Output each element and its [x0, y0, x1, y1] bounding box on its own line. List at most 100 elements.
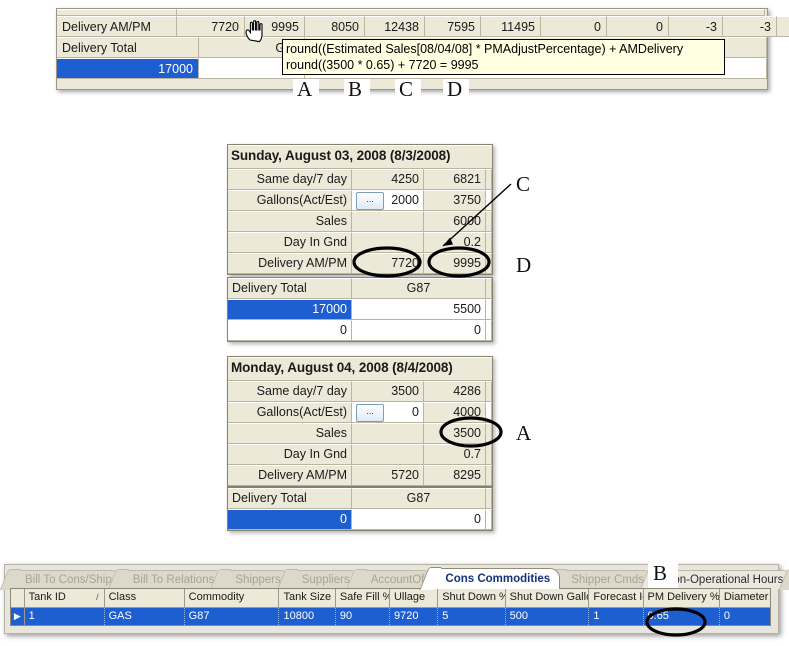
- total-row[interactable]: 0 0: [228, 509, 492, 530]
- cell-tail: [486, 211, 492, 232]
- cell-commodity[interactable]: G87: [185, 608, 280, 625]
- tab-bill-to-relations[interactable]: Bill To Relations: [117, 570, 225, 589]
- annotation-letter-c-top: C: [399, 77, 414, 101]
- tab-label: Shipper Cmds: [571, 574, 645, 586]
- cell-right[interactable]: 0.2: [424, 232, 486, 253]
- total-header-row: Delivery Total G87: [228, 278, 492, 299]
- data-row[interactable]: Delivery AM/PM 7720 9995: [228, 253, 492, 274]
- total-right-cell[interactable]: 0: [352, 509, 486, 530]
- tab-shipper-cmds[interactable]: Shipper Cmds: [556, 570, 655, 589]
- cell-class[interactable]: GAS: [105, 608, 185, 625]
- ellipsis-button[interactable]: ...: [356, 192, 384, 210]
- data-row[interactable]: Day In Gnd 0.2: [228, 232, 492, 253]
- cell-tank-size[interactable]: 10800: [279, 608, 336, 625]
- annotation-letter-b-top: B: [348, 77, 363, 101]
- cell-mid[interactable]: [352, 211, 424, 232]
- row-label: Gallons(Act/Est): [228, 190, 352, 211]
- cell-safe-fill[interactable]: 90: [336, 608, 390, 625]
- column-header-commodity[interactable]: Commodity: [185, 589, 280, 607]
- column-header-shut-down-gallons[interactable]: Shut Down Gallons: [506, 589, 590, 607]
- cell-mid[interactable]: [352, 423, 424, 444]
- cell-forecast-id[interactable]: 1: [589, 608, 644, 625]
- cell-right[interactable]: 6000: [424, 211, 486, 232]
- cell-shut-down-gallons[interactable]: 500: [506, 608, 590, 625]
- tab-cons-commodities[interactable]: Cons Commodities: [430, 568, 561, 589]
- row-delivery-ampm[interactable]: Delivery AM/PM 7720 9995 8050 12438 7595…: [57, 16, 789, 37]
- cell-tail: [486, 402, 492, 423]
- table-row[interactable]: ▶ 1 GAS G87 10800 90 9720 5 500 1 0.65 0: [11, 608, 770, 625]
- cell-value[interactable]: 12438: [365, 16, 425, 37]
- column-header-safe-fill[interactable]: Safe Fill %: [336, 589, 390, 607]
- row-label: Delivery Total: [57, 37, 199, 58]
- cell-right[interactable]: 4286: [424, 381, 486, 402]
- cell-value[interactable]: 8050: [305, 16, 365, 37]
- cell-value[interactable]: 0: [607, 16, 669, 37]
- total-right-cell[interactable]: 5500: [352, 299, 486, 320]
- cell-mid[interactable]: [352, 444, 424, 465]
- cell-mid[interactable]: [352, 232, 424, 253]
- total-zero-right[interactable]: 0: [352, 320, 486, 341]
- day-total-monday: Delivery Total G87 0 0: [227, 487, 493, 531]
- total-row[interactable]: 17000 5500: [228, 299, 492, 320]
- ellipsis-button[interactable]: ...: [356, 404, 384, 422]
- row-label: Delivery AM/PM: [228, 253, 352, 274]
- cell-right[interactable]: 9995: [424, 253, 486, 274]
- cell-mid[interactable]: 4250: [352, 169, 424, 190]
- tank-datagrid[interactable]: Tank ID / Class Commodity Tank Size Safe …: [10, 588, 771, 626]
- data-row[interactable]: Gallons(Act/Est) ... 2000 3750: [228, 190, 492, 211]
- column-header-tank-size[interactable]: Tank Size: [279, 589, 336, 607]
- column-header-diameter[interactable]: Diameter: [720, 589, 770, 607]
- total-selected-cell[interactable]: 17000: [228, 299, 352, 320]
- row-label: Day In Gnd: [228, 444, 352, 465]
- column-header-pm-delivery-pct[interactable]: PM Delivery %: [644, 589, 720, 607]
- data-row[interactable]: Sales 6000: [228, 211, 492, 232]
- cell-value[interactable]: -3: [669, 16, 723, 37]
- cell-diameter[interactable]: 0: [720, 608, 770, 625]
- data-row[interactable]: Gallons(Act/Est) ... 0 4000: [228, 402, 492, 423]
- row-indicator-header: [11, 589, 25, 607]
- cell-mid[interactable]: 7720: [352, 253, 424, 274]
- row-label: Delivery AM/PM: [228, 465, 352, 486]
- cell-right[interactable]: 4000: [424, 402, 486, 423]
- column-header-ullage[interactable]: Ullage: [390, 589, 439, 607]
- cell-tank-id[interactable]: 1: [25, 608, 105, 625]
- cell-value[interactable]: 7595: [425, 16, 481, 37]
- cell-mid-value: 2000: [391, 193, 419, 207]
- cell-tail: [486, 190, 492, 211]
- column-label: Tank ID: [28, 591, 66, 603]
- cell-mid[interactable]: 3500: [352, 381, 424, 402]
- column-header-shut-down-pct[interactable]: Shut Down %: [438, 589, 506, 607]
- data-row[interactable]: Delivery AM/PM 5720 8295: [228, 465, 492, 486]
- cell-mid-gallons[interactable]: ... 2000: [352, 190, 424, 211]
- data-row[interactable]: Same day/7 day 4250 6821: [228, 169, 492, 190]
- cell-ullage[interactable]: 9720: [390, 608, 439, 625]
- data-row[interactable]: Same day/7 day 3500 4286: [228, 381, 492, 402]
- cell-tail: [486, 444, 492, 465]
- cell-value[interactable]: 7720: [177, 16, 245, 37]
- tab-label: Bill To Relations: [132, 574, 215, 586]
- cell-value[interactable]: -3: [723, 16, 777, 37]
- cell-value[interactable]: 0: [541, 16, 607, 37]
- cell-shut-down-pct[interactable]: 5: [438, 608, 506, 625]
- tab-bill-to-cons-ship[interactable]: Bill To Cons/Ship: [10, 570, 122, 589]
- tab-label: Shippers: [235, 574, 281, 586]
- data-row[interactable]: Sales 3500: [228, 423, 492, 444]
- total-selected-cell[interactable]: 0: [228, 509, 352, 530]
- cell-mid[interactable]: 5720: [352, 465, 424, 486]
- row-label: Same day/7 day: [228, 381, 352, 402]
- total-row[interactable]: 0 0: [228, 320, 492, 341]
- column-header-forecast-id[interactable]: Forecast Id: [589, 589, 644, 607]
- cell-right[interactable]: 8295: [424, 465, 486, 486]
- cell-right[interactable]: 0.7: [424, 444, 486, 465]
- cell-right[interactable]: 6821: [424, 169, 486, 190]
- cell-right[interactable]: 3500: [424, 423, 486, 444]
- cell-selected-total[interactable]: 17000: [57, 58, 199, 79]
- column-header-class[interactable]: Class: [105, 589, 185, 607]
- column-header-tank-id[interactable]: Tank ID /: [25, 589, 105, 607]
- cell-mid-gallons[interactable]: ... 0: [352, 402, 424, 423]
- cell-pm-delivery-pct[interactable]: 0.65: [644, 608, 720, 625]
- data-row[interactable]: Day In Gnd 0.7: [228, 444, 492, 465]
- cell-value[interactable]: 11495: [481, 16, 541, 37]
- total-zero-left[interactable]: 0: [228, 320, 352, 341]
- cell-right[interactable]: 3750: [424, 190, 486, 211]
